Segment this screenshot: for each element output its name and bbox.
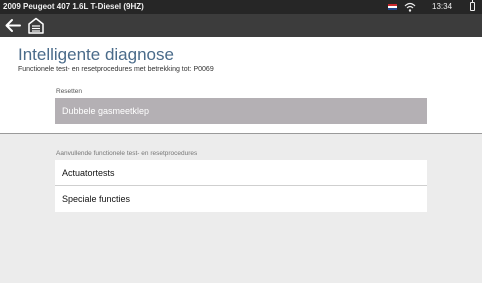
- toolbar: [0, 14, 482, 37]
- clock: 13:34: [432, 2, 453, 11]
- additional-procedures-list: Actuatortests Speciale functies: [55, 160, 427, 212]
- status-bar: 2009 Peugeot 407 1.6L T-Diesel (9HZ) 13:…: [0, 0, 482, 14]
- home-garage-icon[interactable]: [27, 16, 45, 35]
- back-arrow-icon[interactable]: [3, 16, 23, 35]
- page-title: Intelligente diagnose: [18, 45, 174, 64]
- list-item-actuator-tests[interactable]: Actuatortests: [55, 160, 427, 186]
- additional-procedures-label: Aanvullende functionele test- en resetpr…: [56, 150, 198, 157]
- vehicle-info: 2009 Peugeot 407 1.6L T-Diesel (9HZ): [3, 2, 144, 11]
- language-flag-icon: [388, 4, 397, 10]
- wifi-icon: [404, 2, 416, 12]
- reset-section-label: Resetten: [56, 88, 83, 95]
- reset-item-dual-throttle[interactable]: Dubbele gasmeetklep: [55, 98, 427, 124]
- battery-icon: [470, 0, 475, 11]
- page-subtitle: Functionele test- en resetprocedures met…: [18, 66, 214, 73]
- page-header: Intelligente diagnose Functionele test- …: [0, 37, 482, 133]
- section-divider: [0, 133, 482, 134]
- list-item-special-functions[interactable]: Speciale functies: [55, 186, 427, 212]
